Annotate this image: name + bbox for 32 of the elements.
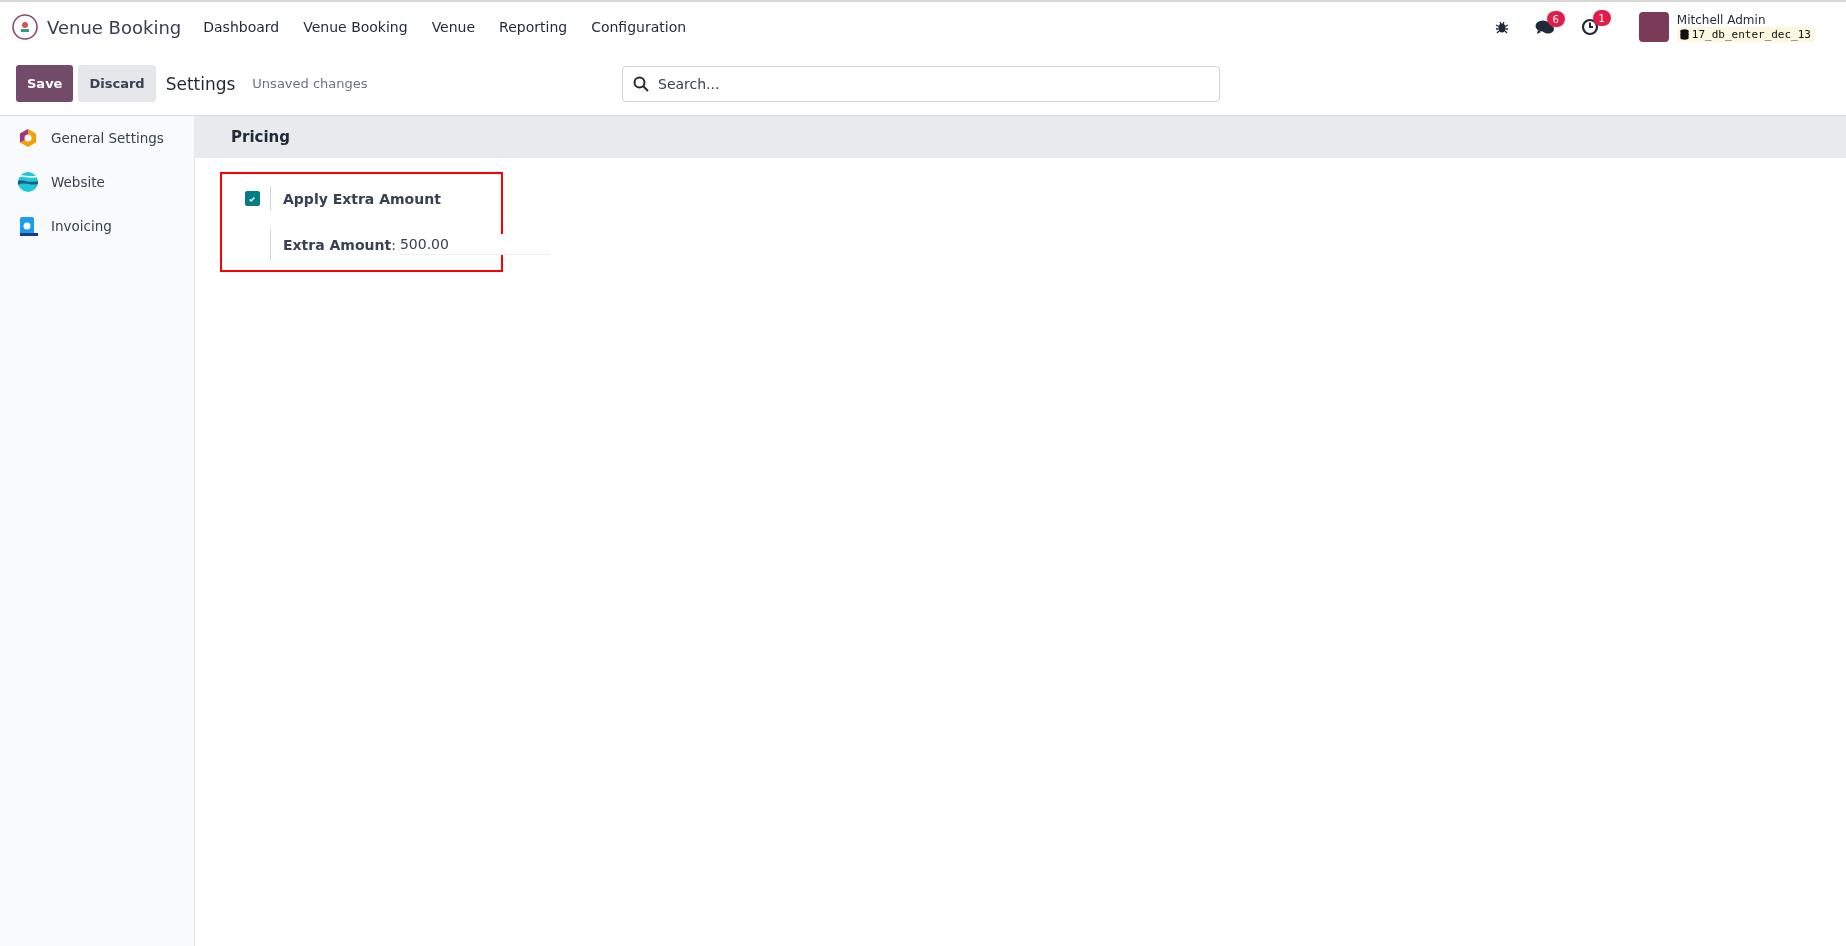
sidebar-item[interactable]: Website	[0, 160, 194, 204]
menu-item[interactable]: Dashboard	[203, 19, 280, 35]
database-name: 17_db_enter_dec_13	[1691, 27, 1811, 41]
checkbox[interactable]	[244, 191, 260, 206]
message-count-badge: 6	[1546, 11, 1565, 27]
field-label: Extra Amount:	[283, 236, 396, 253]
discard-button[interactable]: Discard	[78, 65, 156, 102]
app-name[interactable]: Venue Booking	[47, 16, 182, 38]
search-field[interactable]: Search...	[622, 65, 1220, 102]
app-icon	[17, 215, 39, 237]
menu-item[interactable]: Reporting	[499, 19, 568, 35]
app-icon	[17, 128, 39, 148]
extra-amount-field[interactable]: 500.00	[399, 234, 550, 255]
sidebar-item[interactable]: General Settings	[0, 116, 194, 160]
menu-item[interactable]: Venue	[431, 19, 476, 35]
page-title: Settings	[165, 73, 236, 94]
bug-icon[interactable]	[1494, 20, 1509, 34]
activity-count-badge: 1	[1592, 10, 1611, 26]
section-title: Pricing	[231, 128, 290, 146]
app-icon	[17, 171, 39, 193]
save-button[interactable]: Save	[16, 65, 74, 102]
user-avatar[interactable]	[1638, 12, 1669, 42]
status-text: Unsaved changes	[252, 76, 368, 91]
database-icon	[1679, 28, 1689, 40]
app-logo-icon[interactable]	[12, 14, 38, 40]
setting-label[interactable]: Apply Extra Amount	[283, 191, 441, 207]
clock-icon[interactable]	[1580, 18, 1599, 36]
menu-item[interactable]: Venue Booking	[303, 19, 408, 35]
user-name[interactable]: Mitchell Admin	[1676, 12, 1814, 27]
check-icon	[248, 194, 256, 203]
menu-item[interactable]: Configuration	[591, 19, 687, 35]
sidebar-item[interactable]: Invoicing	[0, 204, 194, 248]
